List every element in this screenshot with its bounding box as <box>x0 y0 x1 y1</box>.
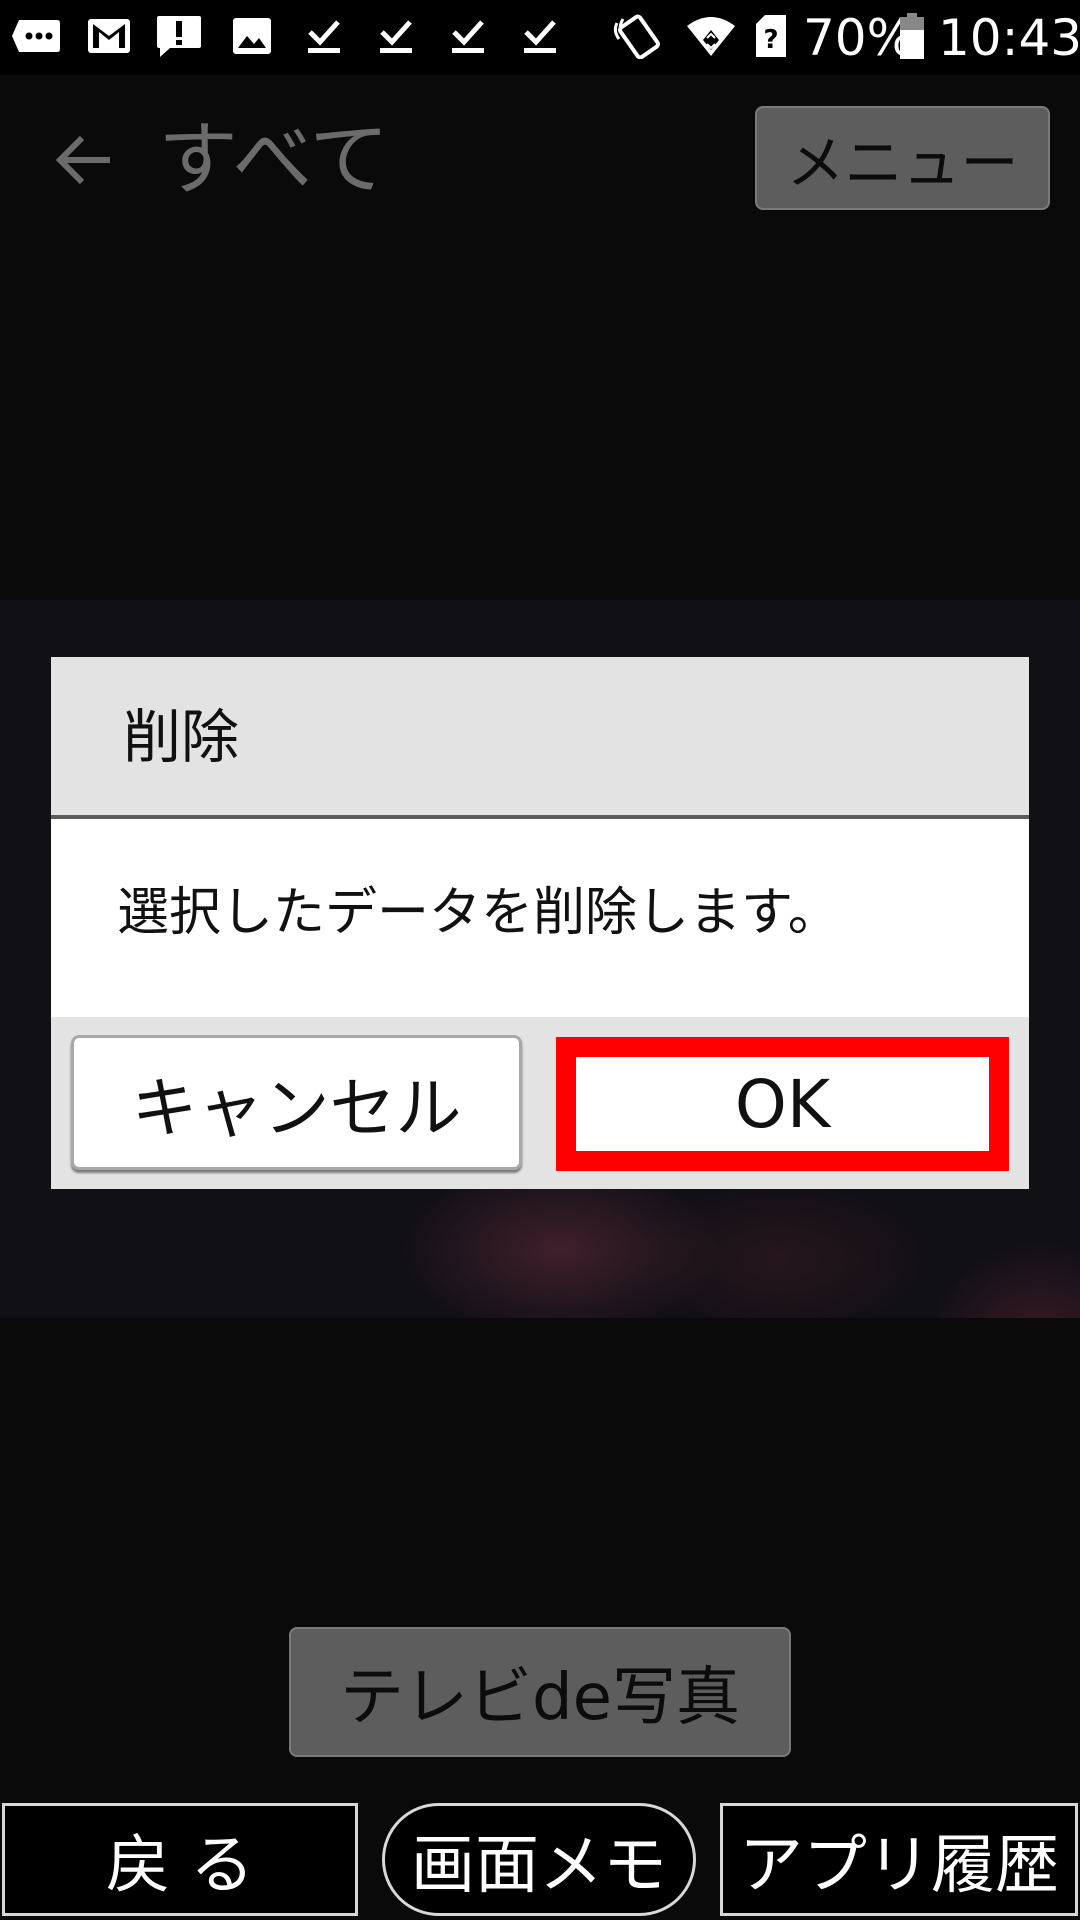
status-bar: ? 70% 10:43 <box>0 0 1080 75</box>
download-done-icon <box>518 12 562 60</box>
sms-icon <box>10 12 62 60</box>
alert-icon <box>155 12 203 60</box>
menu-button[interactable]: メニュー <box>755 106 1050 210</box>
sim-unknown-icon: ? <box>753 12 789 60</box>
ok-button[interactable]: OK <box>556 1037 1009 1171</box>
nav-screen-memo-button[interactable]: 画面メモ <box>382 1803 696 1916</box>
battery-icon <box>898 12 926 60</box>
nav-back-button[interactable]: 戻 る <box>2 1803 358 1916</box>
page-title: すべて <box>158 113 390 206</box>
dialog-title: 削除 <box>123 703 240 771</box>
download-done-icon <box>374 12 418 60</box>
download-done-icon <box>302 12 346 60</box>
cancel-button[interactable]: キャンセル <box>71 1035 522 1170</box>
nav-app-history-button[interactable]: アプリ履歴 <box>720 1803 1078 1916</box>
tv-photo-button[interactable]: テレビde写真 <box>289 1627 791 1757</box>
wifi-icon <box>684 12 738 60</box>
svg-text:?: ? <box>763 25 778 55</box>
app-bar: すべて メニュー <box>0 90 1080 230</box>
dialog-header: 削除 <box>51 657 1029 819</box>
back-arrow-icon[interactable] <box>50 130 120 190</box>
delete-dialog: 削除 選択したデータを削除します。 キャンセル OK <box>51 657 1029 1189</box>
dialog-message: 選択したデータを削除します。 <box>117 883 840 943</box>
clock: 10:43 <box>938 9 1080 67</box>
nfc-icon <box>610 12 664 60</box>
download-done-icon <box>446 12 490 60</box>
image-icon <box>230 12 274 60</box>
gmail-icon <box>85 12 133 60</box>
